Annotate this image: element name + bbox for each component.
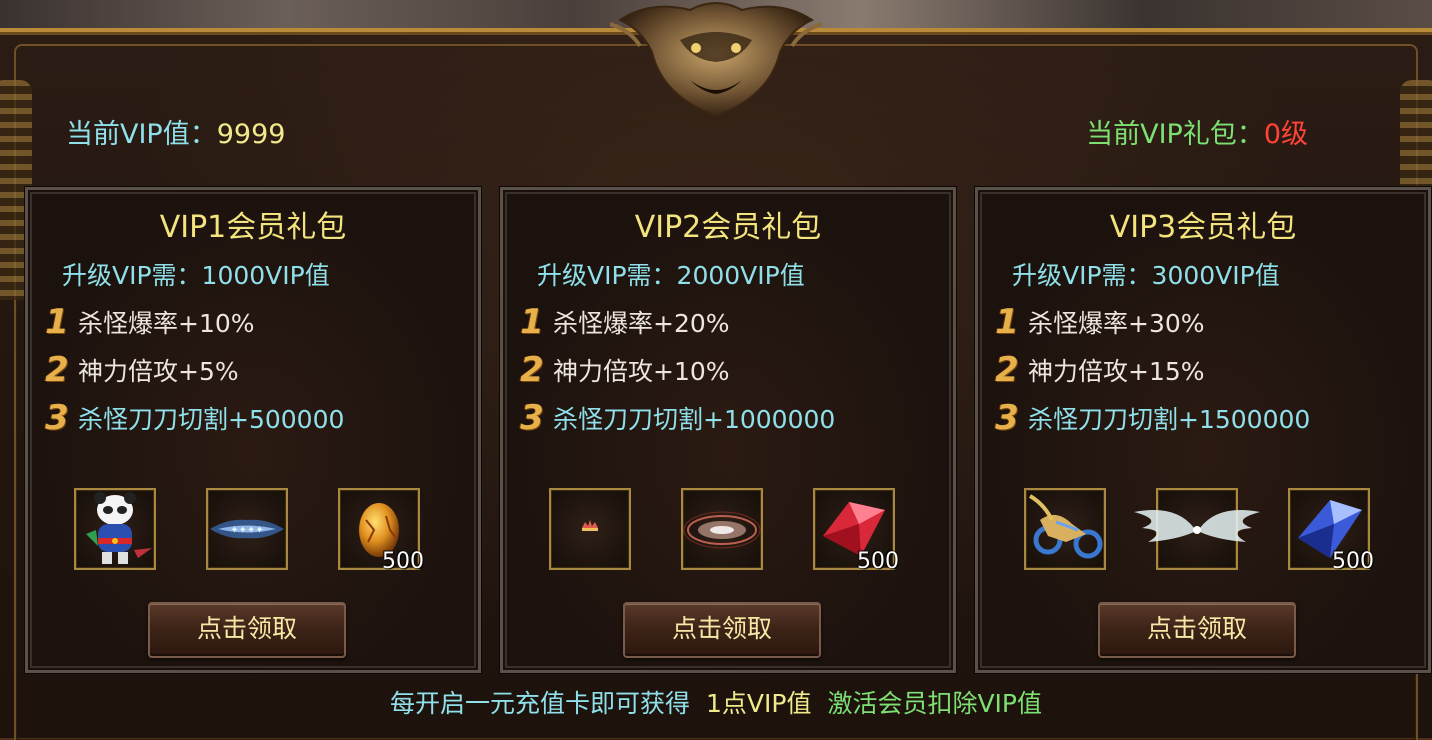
benefit-text: 杀怪刀刀切割+500000	[78, 405, 345, 434]
pack-title: VIP3会员礼包	[1109, 210, 1297, 245]
benefit-number: 3	[520, 398, 544, 438]
angel-wings-icon	[1134, 510, 1260, 542]
item-quantity: 500	[1332, 549, 1374, 574]
benefit-row: 1 杀怪爆率+30%	[992, 302, 1205, 344]
vip3-pack-panel: VIP3会员礼包 升级VIP需：3000VIP值 1 杀怪爆率+30% 2 神力倍攻…	[975, 187, 1431, 673]
benefit-text: 杀怪爆率+10%	[78, 309, 255, 338]
benefit-number: 3	[995, 398, 1019, 438]
motorcycle-mount-icon	[1028, 494, 1103, 559]
benefit-number: 2	[995, 350, 1019, 390]
pack-requirement: 升级VIP需：2000VIP值	[537, 261, 805, 290]
benefit-row: 2 神力倍攻+10%	[517, 350, 730, 392]
pack-requirement: 升级VIP需：3000VIP值	[1012, 261, 1280, 290]
current-vip-value-display: 当前VIP值：9999	[66, 112, 285, 151]
svg-text:✦✦✦✦: ✦✦✦✦	[230, 525, 264, 536]
benefit-text: 杀怪刀刀切割+1500000	[1028, 405, 1311, 434]
benefit-row: 1 杀怪爆率+10%	[42, 302, 255, 344]
benefit-text: 神力倍攻+10%	[553, 357, 730, 386]
claim-vip2-button[interactable]: 点击领取	[623, 602, 821, 658]
benefit-row: 2 神力倍攻+5%	[42, 350, 239, 392]
benefit-number: 3	[45, 398, 69, 438]
reward-slot[interactable]	[549, 488, 631, 570]
benefit-row: 2 神力倍攻+15%	[992, 350, 1205, 392]
reward-slot[interactable]: 500	[1288, 488, 1374, 574]
reward-slot[interactable]	[1024, 488, 1106, 570]
reward-slot[interactable]	[1134, 488, 1260, 570]
benefit-number: 2	[520, 350, 544, 390]
reward-slot[interactable]	[681, 488, 763, 570]
benefit-text: 神力倍攻+5%	[78, 357, 239, 386]
dragon-head-emblem-icon	[610, 2, 822, 118]
pack-title: VIP2会员礼包	[634, 210, 822, 245]
benefit-number: 1	[45, 302, 69, 342]
claim-vip1-button[interactable]: 点击领取	[148, 602, 346, 658]
benefit-row: 3 杀怪刀刀切割+500000	[42, 398, 344, 440]
footer-deduct-text: 激活会员扣除VIP值	[827, 689, 1043, 718]
benefit-row: 1 杀怪爆率+20%	[517, 302, 730, 344]
reward-slot[interactable]: 500	[813, 488, 899, 574]
vip1-pack-panel: VIP1会员礼包 升级VIP需：1000VIP值 1 杀怪爆率+10% 2 神力倍攻…	[25, 187, 481, 673]
current-pack-label: 当前VIP礼包：	[1086, 119, 1264, 150]
item-quantity: 500	[857, 549, 899, 574]
reward-slot[interactable]: ✦✦✦✦	[206, 488, 288, 570]
benefit-number: 1	[995, 302, 1019, 342]
benefit-number: 1	[520, 302, 544, 342]
pack-title: VIP1会员礼包	[159, 210, 347, 245]
reward-slot[interactable]	[74, 488, 156, 570]
current-pack-value: 0级	[1263, 119, 1308, 150]
reward-slot[interactable]: 500	[338, 488, 424, 574]
footer-vip-point-text: 1点VIP值	[705, 689, 812, 718]
vip2-pack-panel: VIP2会员礼包 升级VIP需：2000VIP值 1 杀怪爆率+20% 2 神力倍攻…	[500, 187, 956, 673]
footer-info: 每开启一元充值卡即可获得 1点VIP值 激活会员扣除VIP值	[0, 684, 1432, 720]
title-badge-icon: ✦✦✦✦	[210, 519, 284, 539]
benefit-number: 2	[45, 350, 69, 390]
benefit-text: 杀怪爆率+20%	[553, 309, 730, 338]
current-vip-value: 9999	[216, 119, 286, 150]
footer-recharge-text: 每开启一元充值卡即可获得	[389, 689, 690, 718]
benefit-text: 杀怪爆率+30%	[1028, 309, 1205, 338]
pack-requirement: 升级VIP需：1000VIP值	[62, 261, 330, 290]
current-vip-label: 当前VIP值：	[66, 119, 217, 150]
item-quantity: 500	[382, 549, 424, 574]
small-crown-icon	[582, 520, 598, 531]
magic-aura-icon	[683, 511, 761, 549]
panda-pet-icon	[86, 492, 152, 564]
benefit-row: 3 杀怪刀刀切割+1500000	[992, 398, 1310, 440]
benefit-text: 杀怪刀刀切割+1000000	[553, 405, 836, 434]
benefit-row: 3 杀怪刀刀切割+1000000	[517, 398, 835, 440]
claim-vip3-button[interactable]: 点击领取	[1098, 602, 1296, 658]
benefit-text: 神力倍攻+15%	[1028, 357, 1205, 386]
current-vip-pack-display: 当前VIP礼包：0级	[1086, 112, 1308, 151]
